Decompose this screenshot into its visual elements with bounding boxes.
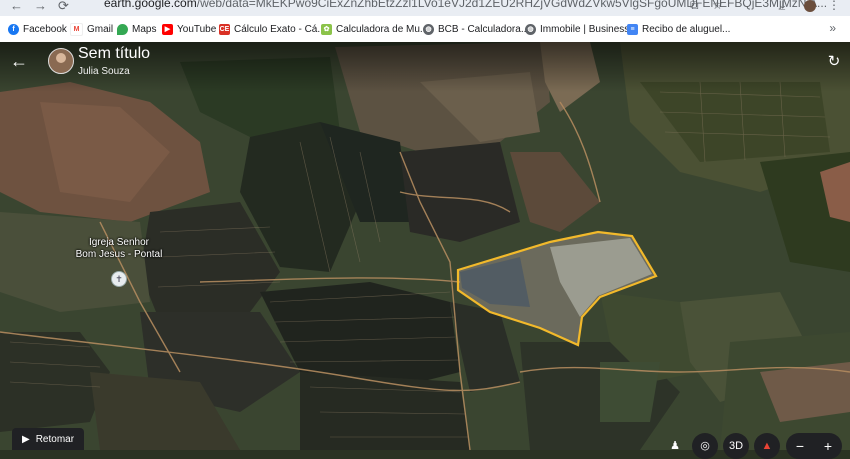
bookmark-label: YouTube [177, 23, 217, 35]
back-arrow-icon[interactable]: ← [10, 0, 23, 13]
bookmarks-bar: f Facebook M Gmail Maps ▶ YouTube CE Cál… [0, 16, 850, 43]
compass-icon[interactable]: ▲ [754, 433, 780, 459]
bookmark-bcb[interactable]: ◍ BCB - Calculadora... [423, 21, 529, 37]
youtube-icon: ▶ [162, 23, 173, 35]
my-location-icon[interactable]: ◎ [692, 433, 718, 459]
church-place-icon[interactable]: ✝ [111, 271, 127, 287]
leaf-icon: ✿ [321, 23, 332, 35]
bookmark-label: Calculadora de Mu... [336, 23, 429, 35]
zoom-in-icon[interactable]: + [824, 438, 832, 454]
bookmark-label: Facebook [23, 23, 67, 35]
gmail-icon: M [70, 22, 83, 36]
bookmark-label: Immobile | Business [540, 23, 630, 35]
calculator-icon: CE [219, 23, 230, 35]
profile-avatar-icon[interactable] [804, 0, 816, 12]
document-icon: ≡ [627, 23, 638, 35]
pegman-icon[interactable]: ♟ [662, 433, 688, 459]
download-icon[interactable]: ⤓ [780, 0, 785, 13]
bookmark-facebook[interactable]: f Facebook [8, 21, 67, 37]
menu-dots-icon[interactable]: ⋮ [828, 0, 840, 12]
bookmark-label: Recibo de aluguel... [642, 23, 731, 35]
bookmark-label: Cálculo Exato - Cá... [234, 23, 326, 35]
bookmark-calculadora-mu[interactable]: ✿ Calculadora de Mu... [321, 21, 428, 37]
bookmark-youtube[interactable]: ▶ YouTube [162, 21, 216, 37]
place-label-line1: Igreja Senhor [88, 237, 150, 248]
reload-icon[interactable]: ⟳ [58, 0, 69, 14]
project-title[interactable]: Sem título [78, 45, 150, 63]
forward-arrow-icon[interactable]: → [34, 0, 47, 13]
zoom-control: − + [786, 433, 842, 459]
view-3d-button[interactable]: 3D [723, 433, 749, 459]
maps-icon [117, 23, 128, 35]
bookmark-immobile[interactable]: ◍ Immobile | Business [525, 21, 629, 37]
bookmark-star-icon[interactable]: ☆ [712, 0, 723, 12]
bookmark-calculo-exato[interactable]: CE Cálculo Exato - Cá... [219, 21, 326, 37]
project-author: Julia Souza [78, 66, 130, 77]
author-avatar [48, 48, 74, 74]
place-label[interactable]: Igreja Senhor Bom Jesus - Pontal [72, 237, 166, 261]
place-label-line2: Bom Jesus - Pontal [75, 249, 163, 260]
retomar-button[interactable]: ▶ Retomar [12, 428, 85, 450]
chevron-right-double-icon[interactable]: » [829, 21, 836, 35]
bookmark-maps[interactable]: Maps [117, 21, 156, 37]
url-host: earth.google.com [104, 0, 197, 10]
play-icon: ▶ [22, 433, 30, 445]
globe-icon: ◍ [423, 23, 434, 35]
bookmark-gmail[interactable]: M Gmail [70, 21, 113, 37]
globe-icon: ◍ [525, 23, 536, 35]
retomar-label: Retomar [35, 433, 75, 445]
browser-toolbar: ← → ⟳ earth.google.com/web/data=MkEKPwo9… [0, 0, 850, 16]
url-path: /web/data=MkEKPwo9CiExZnZhbEtzZzl1LVo1eV… [196, 0, 828, 10]
bookmark-label: Gmail [87, 23, 114, 35]
bookmark-label: BCB - Calculadora... [438, 23, 530, 35]
share-icon[interactable]: ⧉ [690, 0, 699, 13]
sync-icon[interactable]: ↻ [824, 52, 844, 72]
back-arrow-icon[interactable]: ← [8, 50, 30, 72]
zoom-out-icon[interactable]: − [796, 438, 804, 454]
bookmark-recibo[interactable]: ≡ Recibo de aluguel... [627, 21, 730, 37]
facebook-icon: f [8, 23, 19, 35]
bookmark-label: Maps [132, 23, 157, 35]
